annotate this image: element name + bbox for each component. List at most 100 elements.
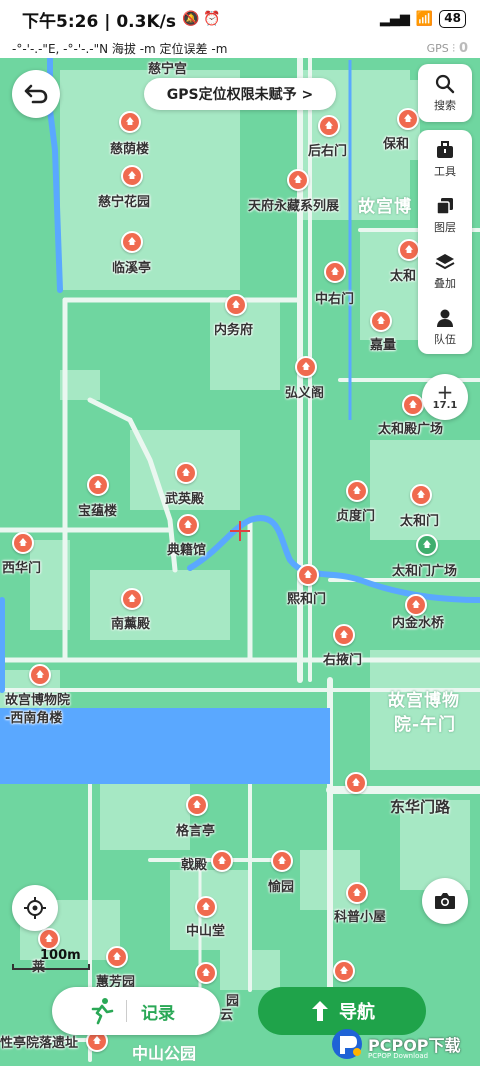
map-label: 中山堂 <box>186 924 226 939</box>
poi-marker[interactable] <box>106 946 128 968</box>
mute-icon: 🔕 <box>181 11 200 27</box>
map-label: 云 <box>220 1008 234 1023</box>
team-button[interactable]: 队伍 <box>418 300 472 354</box>
zoom-level: 17.1 <box>432 399 458 411</box>
poi-marker[interactable] <box>287 169 309 191</box>
crosshair-locate-icon <box>24 897 46 919</box>
map-label: 慈宁宫 <box>148 62 188 77</box>
poi-marker[interactable] <box>402 394 424 416</box>
map-label: 内金水桥 <box>392 616 445 631</box>
map-label: 慈宁花园 <box>98 195 151 210</box>
poi-marker[interactable] <box>186 794 208 816</box>
map-label: 院-午门 <box>394 715 457 735</box>
navigate-label: 导航 <box>339 1002 375 1023</box>
map-label: 武英殿 <box>165 492 205 507</box>
poi-marker[interactable] <box>121 588 143 610</box>
poi-marker[interactable] <box>87 474 109 496</box>
poi-marker[interactable] <box>333 624 355 646</box>
road-label: 东华门路 <box>390 798 451 816</box>
poi-marker[interactable] <box>119 111 141 133</box>
poi-marker[interactable] <box>121 165 143 187</box>
map-label: 熙和门 <box>287 592 327 607</box>
map-label: 宝蕴楼 <box>78 504 118 519</box>
poi-marker[interactable] <box>345 772 367 794</box>
map-label: 南薰殿 <box>111 617 151 632</box>
zoom-control[interactable]: + 17.1 <box>422 374 468 420</box>
poi-marker[interactable] <box>195 962 217 984</box>
scale-bar: 100m <box>12 948 90 970</box>
signal-icon: ▂▄▆ <box>379 11 410 27</box>
poi-marker[interactable] <box>29 664 51 686</box>
poi-marker[interactable] <box>410 484 432 506</box>
poi-marker[interactable] <box>397 108 419 130</box>
scale-text: 100m <box>40 948 81 963</box>
turn-arrow-icon <box>312 1001 328 1021</box>
poi-marker[interactable] <box>225 294 247 316</box>
poi-marker[interactable] <box>297 564 319 586</box>
screen: 下午5:26 | 0.3K/s 🔕 ⏰ ▂▄▆ 📶 48 -°-'-.-"E, … <box>0 0 480 1066</box>
map-label: 右掖门 <box>323 653 363 668</box>
tools-label: 工具 <box>434 164 456 178</box>
map-label: 故宫博物 <box>388 691 460 711</box>
gps-label: GPS <box>426 41 449 55</box>
map-label: 嘉量 <box>370 338 397 353</box>
running-person-icon <box>91 998 114 1025</box>
map-label: 科普小屋 <box>334 910 387 925</box>
poi-marker[interactable] <box>333 960 355 982</box>
poi-marker[interactable] <box>211 850 233 872</box>
layers-icon <box>436 197 453 215</box>
map-label: 性亭院落遗址 <box>0 1036 79 1051</box>
poi-marker[interactable] <box>175 462 197 484</box>
poi-marker[interactable] <box>121 231 143 253</box>
gps-permission-banner[interactable]: GPS定位权限未赋予 > <box>144 78 336 110</box>
map-label: 太和 <box>390 269 417 284</box>
poi-marker[interactable] <box>38 928 60 950</box>
poi-marker[interactable] <box>271 850 293 872</box>
poi-marker[interactable] <box>195 896 217 918</box>
map-label: 格言亭 <box>176 824 216 839</box>
search-label: 搜索 <box>434 98 456 112</box>
map-label: 太和门 <box>400 514 440 529</box>
map-label: 太和殿广场 <box>378 422 444 437</box>
team-person-icon <box>437 309 453 327</box>
gps-status: GPS ⫶ 0 <box>426 40 468 56</box>
status-time-speed: 下午5:26 | 0.3K/s <box>22 11 176 32</box>
map-label: 太和门广场 <box>392 564 458 579</box>
layers-button[interactable]: 图层 <box>418 188 472 242</box>
coords-text: -°-'-.-"E, -°-'-.-"N 海拔 -m 定位误差 -m <box>12 41 228 56</box>
watermark: PCPOP下载 PCPOP Download <box>330 1022 480 1066</box>
camera-button[interactable] <box>422 878 468 924</box>
poi-marker[interactable] <box>398 239 420 261</box>
gps-count: 0 <box>458 40 468 56</box>
side-tool-panel: 工具 图层 叠加 队伍 <box>418 130 472 354</box>
poi-marker[interactable] <box>370 310 392 332</box>
tools-button[interactable]: 工具 <box>418 132 472 186</box>
watermark-subtext: PCPOP Download <box>368 1052 429 1060</box>
poi-marker[interactable] <box>295 356 317 378</box>
map-label: 弘义阁 <box>285 386 325 401</box>
back-button[interactable] <box>12 70 60 118</box>
map-label: 后右门 <box>308 144 348 159</box>
wifi-icon: 📶 <box>415 11 434 27</box>
locate-button[interactable] <box>12 885 58 931</box>
map-label: 慈荫楼 <box>110 142 150 157</box>
team-label: 队伍 <box>434 332 456 346</box>
map-label: 西华门 <box>2 561 42 576</box>
overlay-button[interactable]: 叠加 <box>418 244 472 298</box>
record-divider <box>126 1000 127 1022</box>
poi-marker[interactable] <box>416 534 438 556</box>
map-view[interactable]: 慈宁宫 慈荫楼 后右门 保和 慈宁花园 天府永藏系列展 故宫博 临溪亭 太和 中… <box>0 58 480 1066</box>
map-label: 内务府 <box>214 323 254 338</box>
poi-marker[interactable] <box>177 514 199 536</box>
poi-marker[interactable] <box>324 261 346 283</box>
poi-marker[interactable] <box>318 115 340 137</box>
layers-label: 图层 <box>434 220 456 234</box>
search-button[interactable]: 搜索 <box>418 64 472 122</box>
poi-marker[interactable] <box>346 480 368 502</box>
search-icon <box>435 74 455 93</box>
poi-marker[interactable] <box>12 532 34 554</box>
map-label: 愉园 <box>268 880 295 895</box>
record-button[interactable]: 记录 <box>52 987 220 1035</box>
poi-marker[interactable] <box>346 882 368 904</box>
map-label: 保和 <box>383 137 410 152</box>
